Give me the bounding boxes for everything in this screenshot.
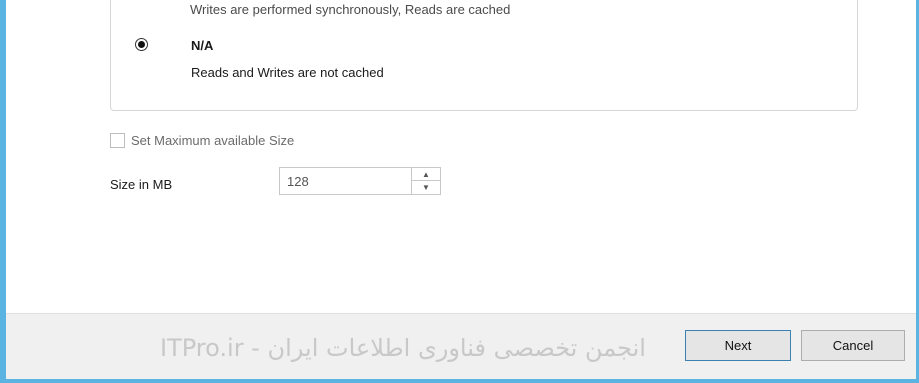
window-bottom-border <box>6 379 919 383</box>
size-spinner[interactable]: ▲ ▼ <box>411 168 440 194</box>
option-na-description: Reads and Writes are not cached <box>191 65 384 80</box>
size-in-mb-input[interactable]: 128 ▲ ▼ <box>279 167 441 195</box>
size-in-mb-value[interactable]: 128 <box>287 174 309 189</box>
radio-selected-dot <box>138 41 145 48</box>
size-in-mb-label: Size in MB <box>110 177 173 192</box>
spin-up-icon[interactable]: ▲ <box>412 168 440 181</box>
watermark-text: ITPro.ir - انجمن تخصصی فناوری اطلاعات ای… <box>160 334 646 362</box>
radio-na[interactable] <box>135 38 148 51</box>
max-size-checkbox-label[interactable]: Set Maximum available Size <box>131 133 294 148</box>
option-na-title: N/A <box>191 38 214 53</box>
next-button[interactable]: Next <box>685 330 791 361</box>
spin-down-icon[interactable]: ▼ <box>412 181 440 194</box>
option-cached-description: Writes are performed synchronously, Read… <box>190 2 511 17</box>
cancel-button[interactable]: Cancel <box>801 330 905 361</box>
max-size-checkbox[interactable] <box>110 133 125 148</box>
